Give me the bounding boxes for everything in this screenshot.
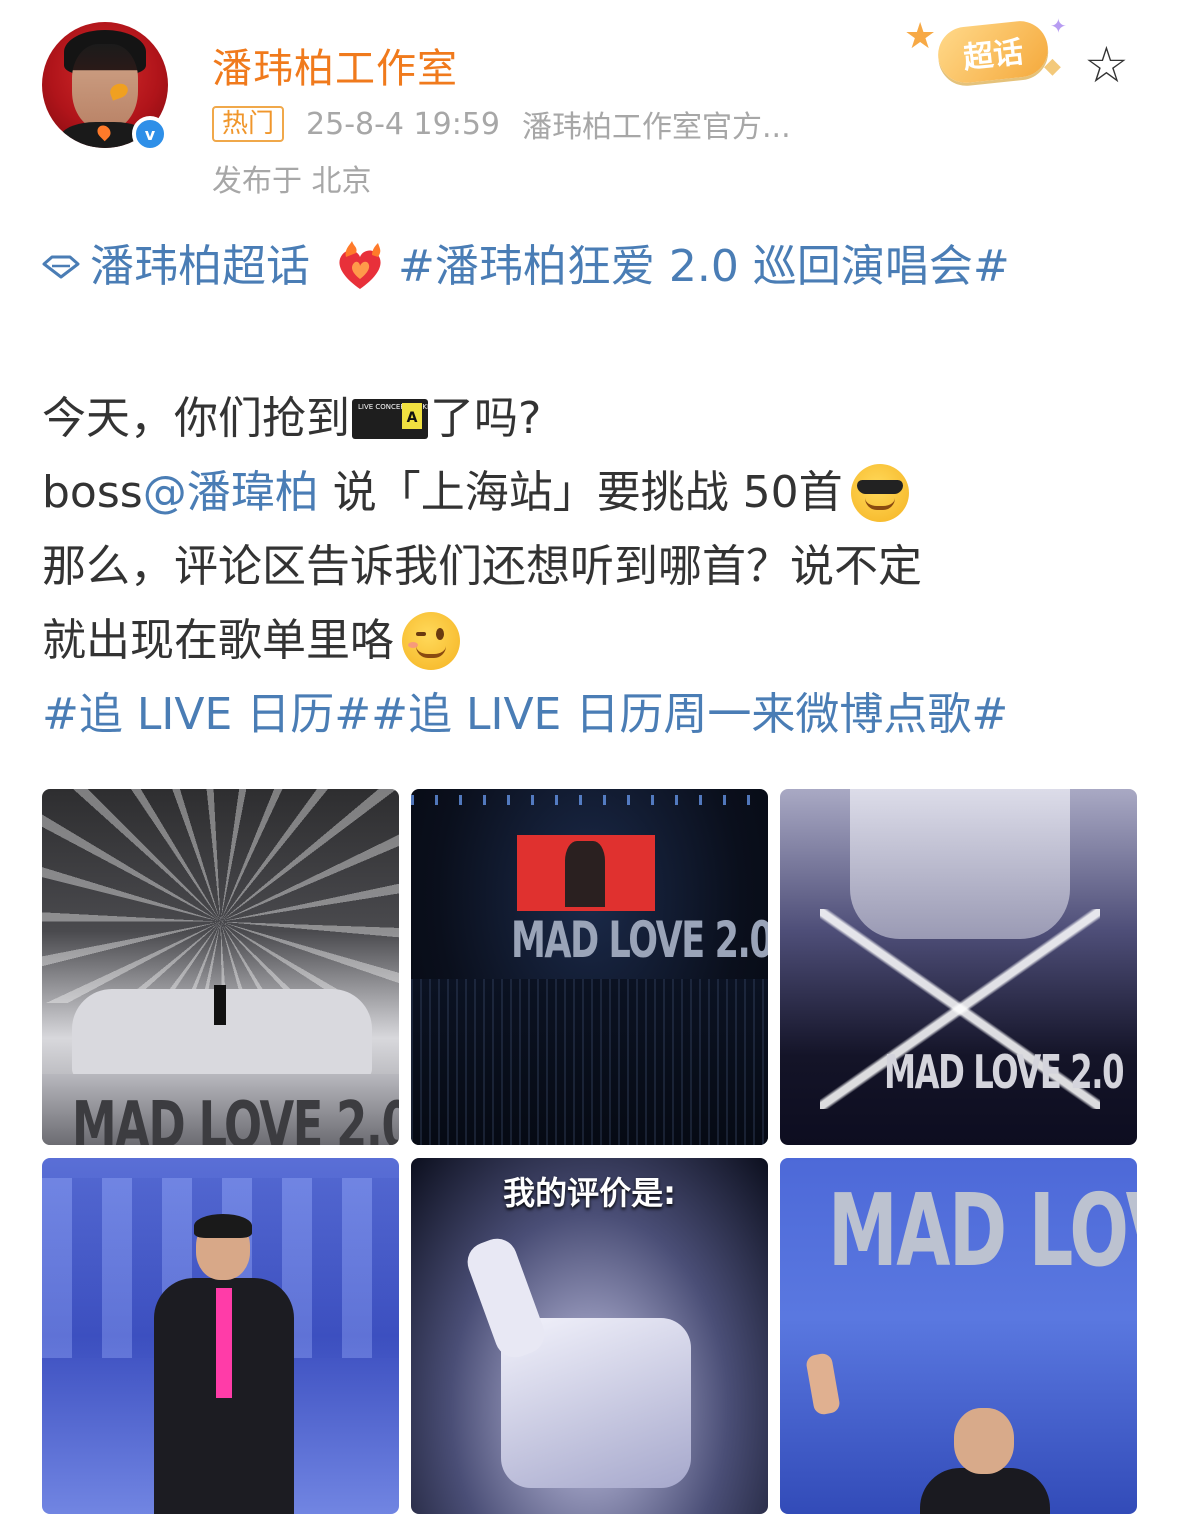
star-icon[interactable]: ☆ xyxy=(1084,40,1129,90)
ticket-icon: LIVE CONCERT TICKET A xyxy=(352,399,436,439)
username[interactable]: 潘玮柏工作室 xyxy=(212,36,458,94)
ticket-text: LIVE CONCERT TICKET xyxy=(358,403,436,411)
post-body: 今天，你们抢到 LIVE CONCERT TICKET A 了吗? boss @… xyxy=(42,382,1142,752)
sunglasses-emoji-icon xyxy=(850,464,909,522)
photo-1-logo: MAD LOVE 2.0 xyxy=(72,1089,399,1145)
post-text: 说「上海站」要挑战 50首 xyxy=(318,467,843,518)
photo-3[interactable]: MAD LOVE 2.0 xyxy=(780,789,1137,1145)
photo-grid: MAD LOVE 2.0 MAD LOVE 2.0 MAD LOVE 2.0 我… xyxy=(42,789,1137,1514)
verified-icon: v xyxy=(132,116,168,152)
photo-6[interactable]: MAD LOVE 2.0 xyxy=(780,1158,1137,1514)
post-timestamp: 25-8-4 19:59 xyxy=(306,106,501,142)
supertopic-link[interactable]: 潘玮柏超话 xyxy=(90,232,310,302)
post-text: 就出现在歌单里咯 xyxy=(42,615,394,666)
hashtag-concert[interactable]: #潘玮柏狂爱 2.0 巡回演唱会# xyxy=(398,232,1010,302)
chaohua-label: 超话 xyxy=(935,18,1051,86)
avatar-face xyxy=(72,44,138,130)
post-line-3: 那么，评论区告诉我们还想听到哪首？说不定 xyxy=(42,530,1142,604)
post-location: 发布于 北京 xyxy=(212,164,372,199)
diamond-icon xyxy=(42,255,80,279)
post-text: 了吗? xyxy=(430,393,542,444)
photo-4[interactable] xyxy=(42,1158,399,1514)
post-text: 今天，你们抢到 xyxy=(42,393,350,444)
chaohua-badge[interactable]: ★ 超话 ✦ ◆ xyxy=(904,10,1076,90)
hot-badge: 热门 xyxy=(212,106,285,142)
ticket-zone: A xyxy=(402,403,422,429)
topic-line: 潘玮柏超话 #潘玮柏狂爱 2.0 巡回演唱会# xyxy=(42,232,1010,302)
post-meta: 热门 25-8-4 19:59 潘玮柏工作室官方... xyxy=(212,102,791,146)
magic-wand-icon: ★ xyxy=(904,16,937,57)
hashtag-line[interactable]: #追 LIVE 日历##追 LIVE 日历周一来微博点歌# xyxy=(42,678,1142,752)
hashtags[interactable]: #追 LIVE 日历##追 LIVE 日历周一来微博点歌# xyxy=(42,678,1008,752)
post-line-4: 就出现在歌单里咯 xyxy=(42,604,1142,678)
wink-emoji-icon xyxy=(402,612,460,670)
photo-2[interactable]: MAD LOVE 2.0 xyxy=(411,789,768,1145)
post-source[interactable]: 潘玮柏工作室官方... xyxy=(522,102,791,146)
mention-link[interactable]: @潘瑋柏 xyxy=(143,456,319,530)
photo-1[interactable]: MAD LOVE 2.0 xyxy=(42,789,399,1145)
post-text: boss xyxy=(42,467,143,518)
post-line-1: 今天，你们抢到 LIVE CONCERT TICKET A 了吗? xyxy=(42,382,1142,456)
sparkle-icon: ✦ xyxy=(1050,14,1067,38)
photo-2-logo: MAD LOVE 2.0 xyxy=(511,911,768,969)
diamond-decor-icon: ◆ xyxy=(1044,54,1061,79)
photo-5[interactable]: 我的评价是: xyxy=(411,1158,768,1514)
photo-5-caption: 我的评价是: xyxy=(503,1174,676,1212)
photo-3-logo: MAD LOVE 2.0 xyxy=(884,1045,1125,1099)
photo-6-logo: MAD LOVE 2.0 xyxy=(828,1172,1137,1289)
post-text: 那么，评论区告诉我们还想听到哪首？说不定 xyxy=(42,541,922,592)
fire-heart-icon xyxy=(339,241,381,289)
post-line-2: boss @潘瑋柏 说「上海站」要挑战 50首 xyxy=(42,456,1142,530)
